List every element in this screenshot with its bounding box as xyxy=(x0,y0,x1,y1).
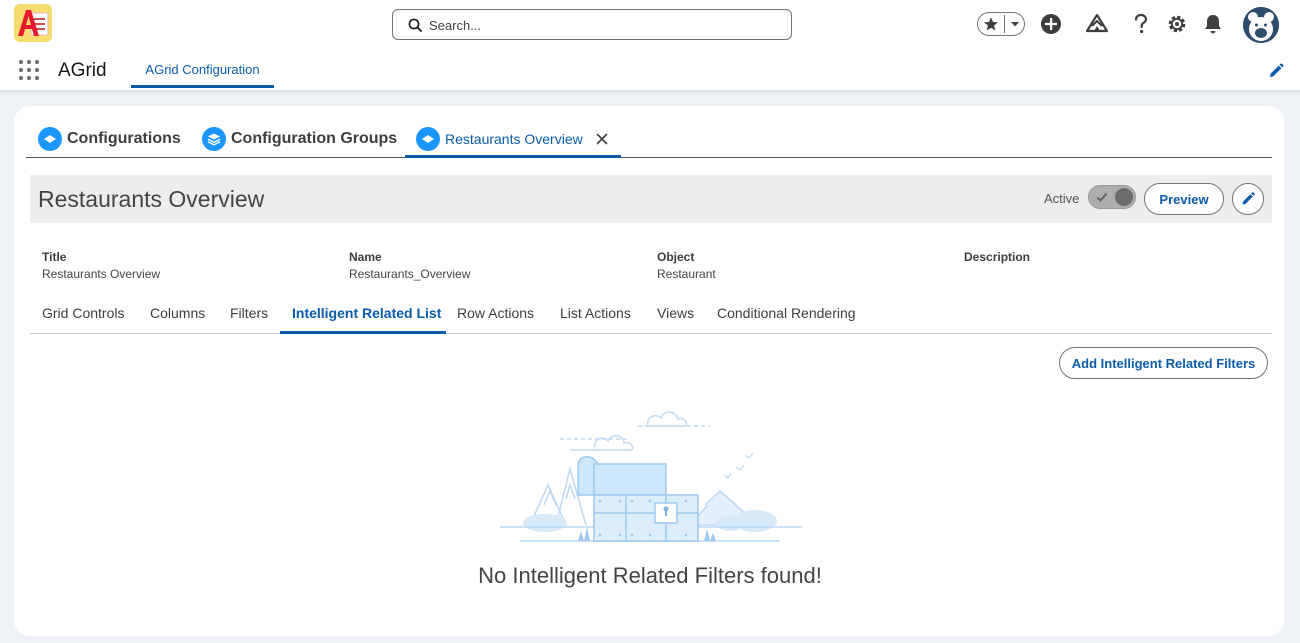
tab-label: Configurations xyxy=(67,130,181,147)
sub-tab-bar: Grid Controls Columns Filters Intelligen… xyxy=(30,296,1272,334)
app-launcher-icon[interactable] xyxy=(18,59,40,81)
favorites-button-group[interactable] xyxy=(977,12,1025,36)
app-navigation-bar: AGrid AGrid Configuration xyxy=(0,50,1300,90)
close-tab-icon[interactable] xyxy=(594,131,610,147)
layers-icon xyxy=(202,127,226,151)
help-icon[interactable] xyxy=(1128,11,1154,37)
global-header xyxy=(0,0,1300,50)
empty-state-illustration xyxy=(490,395,810,545)
edit-icon xyxy=(1242,192,1255,205)
record-header: Restaurants Overview Active Preview xyxy=(30,175,1272,223)
sub-tab-active-indicator xyxy=(280,331,446,334)
check-icon xyxy=(1096,192,1108,202)
tab-list-actions[interactable]: List Actions xyxy=(560,305,631,321)
tab-filters[interactable]: Filters xyxy=(230,305,268,321)
tab-intelligent-related-list[interactable]: Intelligent Related List xyxy=(292,305,441,321)
nav-tab-agrid-configuration[interactable]: AGrid Configuration xyxy=(131,50,274,88)
edit-button[interactable] xyxy=(1232,183,1264,215)
config-object-icon xyxy=(38,127,62,151)
field-value: Restaurant xyxy=(657,267,716,281)
field-label: Name xyxy=(349,250,382,264)
tab-label: Configuration Groups xyxy=(231,130,398,147)
field-label: Title xyxy=(42,250,67,264)
global-search-box[interactable] xyxy=(392,9,792,40)
tab-configuration-groups[interactable]: Configuration Groups xyxy=(202,120,397,158)
active-toggle[interactable] xyxy=(1088,185,1136,209)
tab-restaurants-overview[interactable]: Restaurants Overview xyxy=(416,120,583,158)
edit-nav-icon[interactable] xyxy=(1267,62,1285,80)
field-name: Name Restaurants_Overview xyxy=(349,250,470,281)
workspace-tab-bar: Configurations Configuration Groups Rest… xyxy=(26,120,1272,158)
search-input[interactable] xyxy=(429,15,779,35)
tab-conditional-rendering[interactable]: Conditional Rendering xyxy=(717,305,856,321)
tab-configurations[interactable]: Configurations xyxy=(38,120,181,158)
empty-state-message: No Intelligent Related Filters found! xyxy=(478,563,822,588)
config-object-icon xyxy=(416,127,440,151)
app-logo[interactable] xyxy=(14,4,52,42)
tab-row-actions[interactable]: Row Actions xyxy=(457,305,534,321)
active-label: Active xyxy=(1044,191,1080,206)
field-object: Object Restaurant xyxy=(657,250,716,281)
avatar[interactable] xyxy=(1243,7,1279,43)
field-description: Description xyxy=(964,250,1030,267)
tab-label: Restaurants Overview xyxy=(445,131,583,147)
bell-icon[interactable] xyxy=(1200,11,1226,37)
preview-button[interactable]: Preview xyxy=(1144,183,1224,215)
tab-views[interactable]: Views xyxy=(657,305,694,321)
tab-columns[interactable]: Columns xyxy=(150,305,205,321)
field-label: Description xyxy=(964,250,1031,264)
toggle-knob xyxy=(1115,188,1133,206)
field-title: Title Restaurants Overview xyxy=(42,250,160,281)
workspace-tab-active-indicator xyxy=(405,155,621,158)
field-value: Restaurants_Overview xyxy=(349,267,471,281)
field-value: Restaurants Overview xyxy=(42,267,161,281)
gear-icon[interactable] xyxy=(1164,11,1190,37)
add-icon[interactable] xyxy=(1038,11,1064,37)
search-icon xyxy=(408,18,422,32)
star-icon[interactable] xyxy=(978,16,1004,32)
trailhead-icon[interactable] xyxy=(1084,11,1110,37)
add-intelligent-related-filters-button[interactable]: Add Intelligent Related Filters xyxy=(1059,347,1268,379)
field-label: Object xyxy=(657,250,695,264)
tab-grid-controls[interactable]: Grid Controls xyxy=(42,305,124,321)
record-title: Restaurants Overview xyxy=(38,186,265,212)
app-name: AGrid xyxy=(58,60,107,81)
nav-tab-active-indicator xyxy=(131,85,274,88)
chevron-down-icon[interactable] xyxy=(1005,20,1024,28)
